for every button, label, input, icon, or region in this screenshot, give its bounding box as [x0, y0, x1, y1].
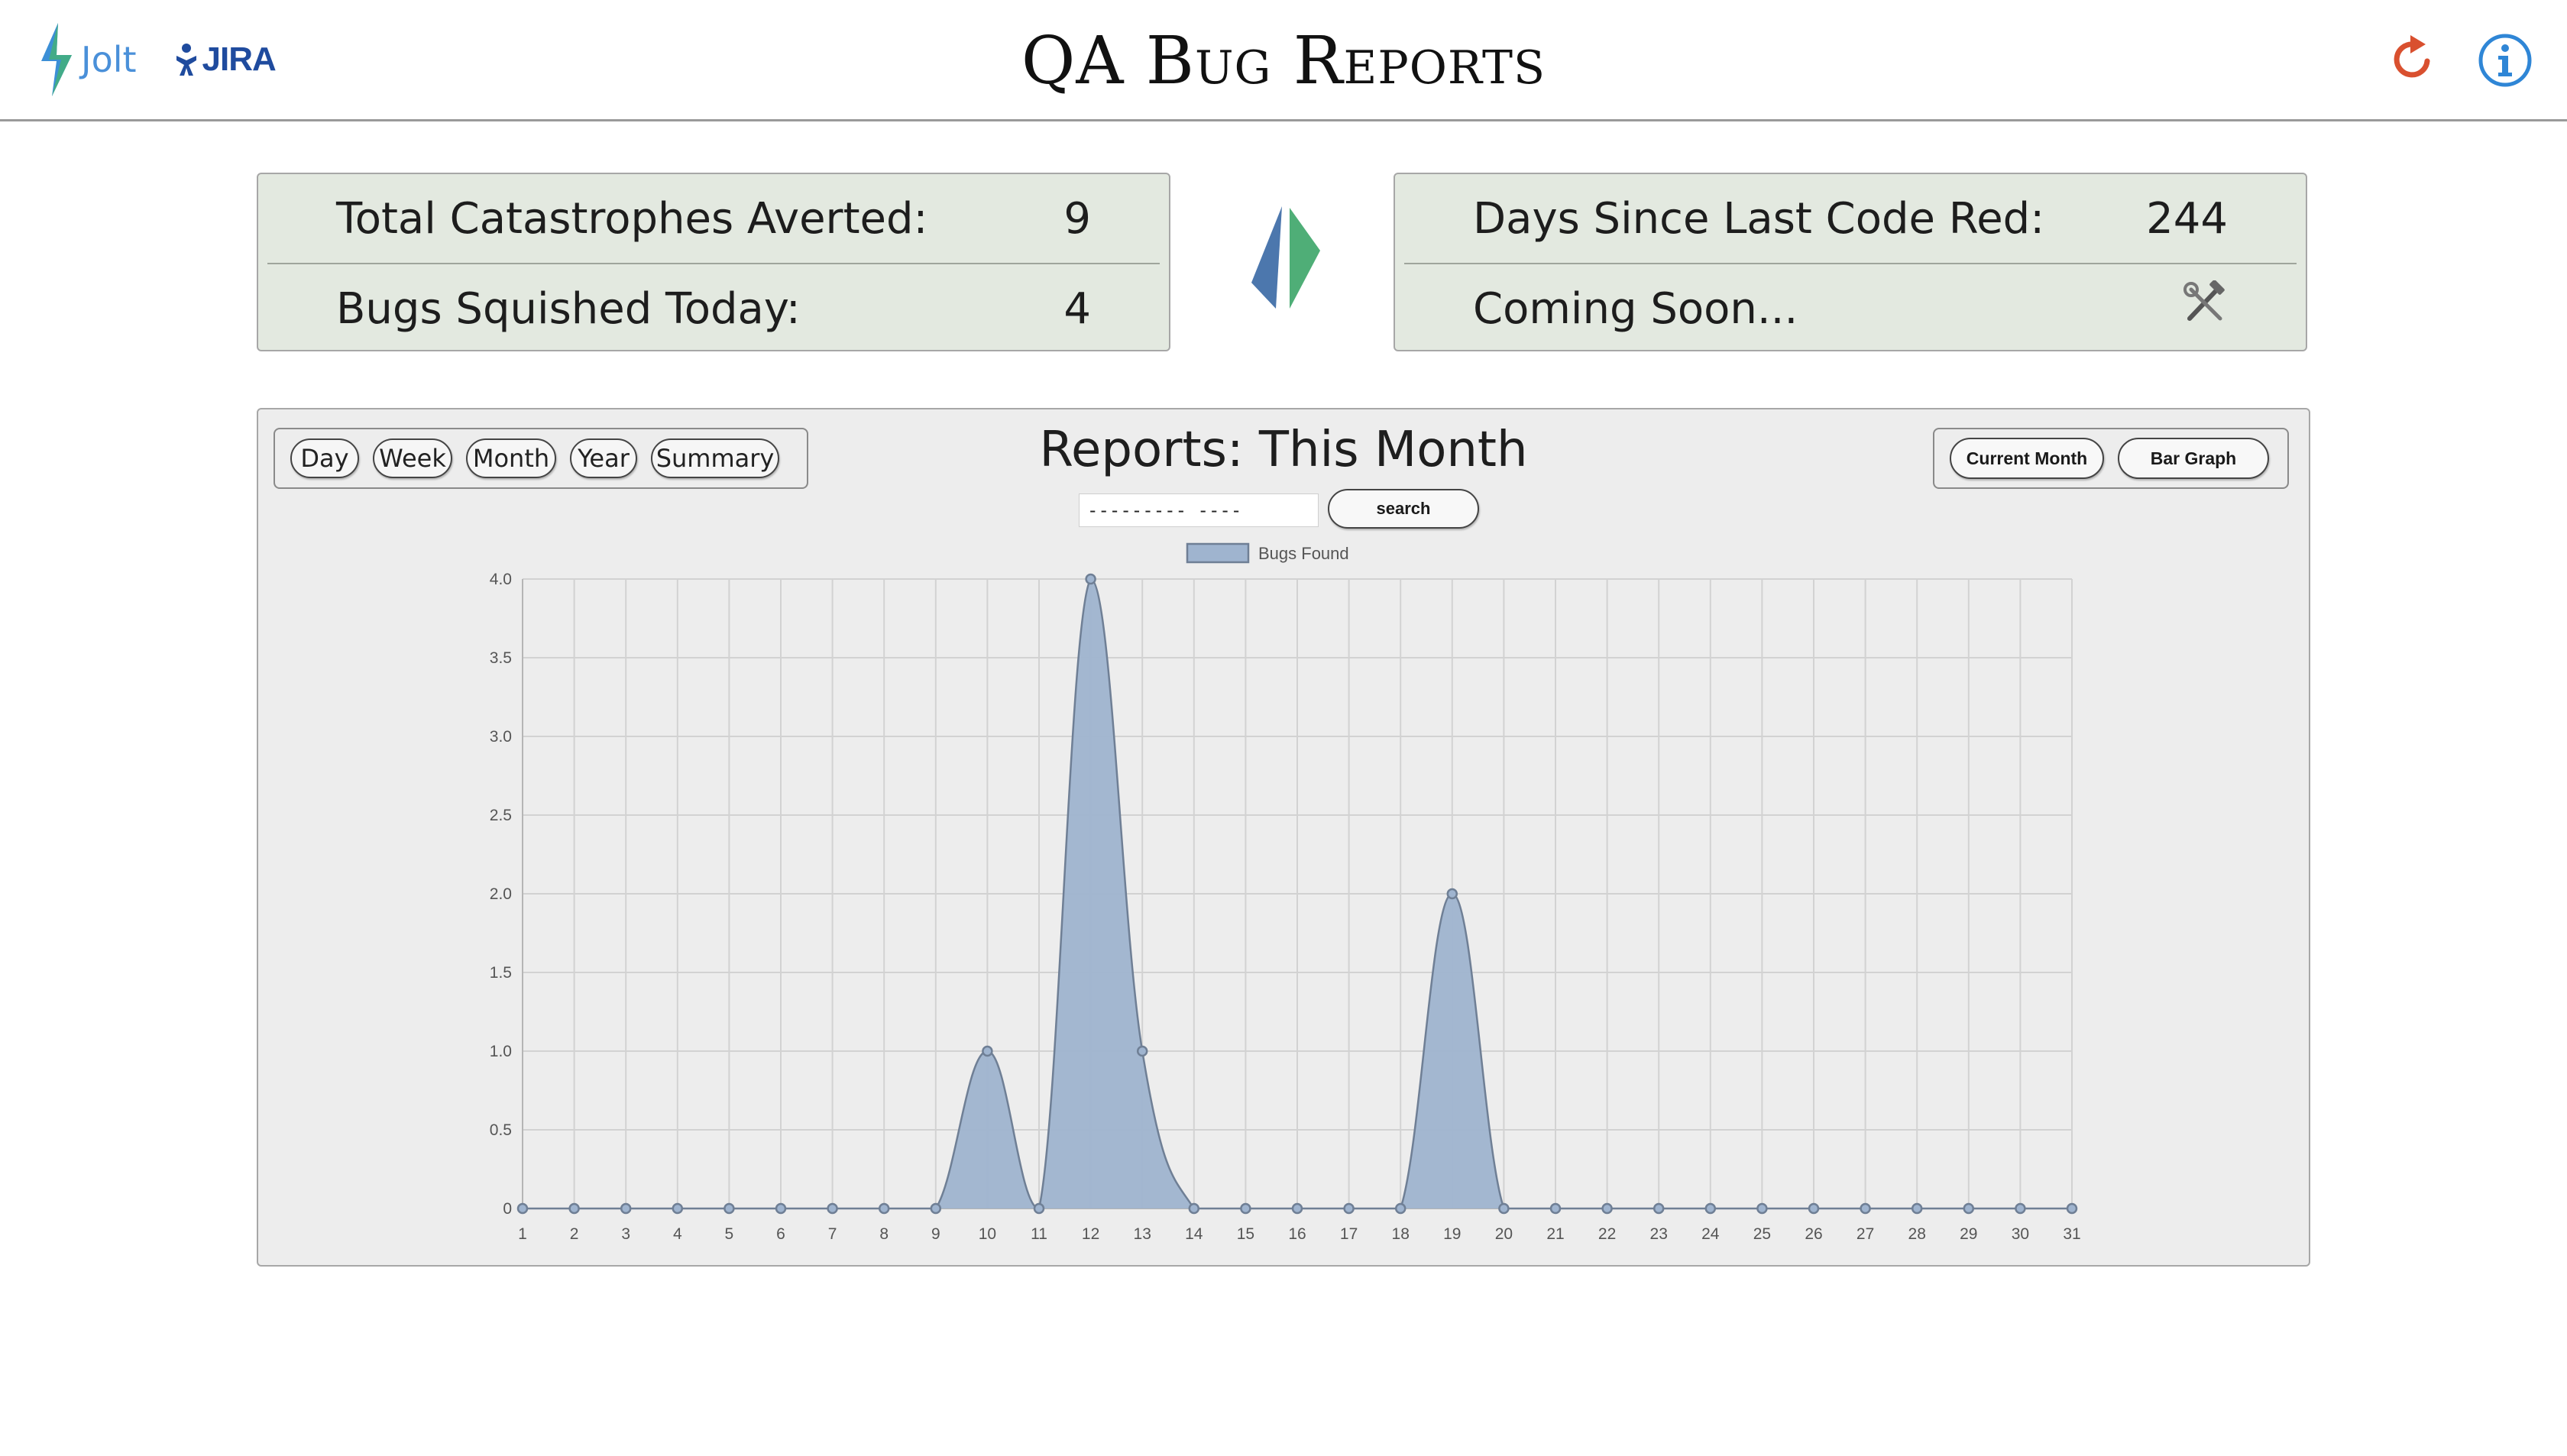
data-point: [1808, 1202, 1820, 1215]
data-point: [568, 1202, 580, 1215]
data-point: [1446, 888, 1458, 900]
data-point: [1136, 1045, 1148, 1057]
chart-panel: Day Week Month Year Summary Reports: Thi…: [257, 408, 2310, 1267]
data-point: [1549, 1202, 1562, 1215]
stats-panel-left: Total Catastrophes Averted: 9 Bugs Squis…: [257, 173, 1170, 351]
x-tick-label: 10: [979, 1225, 996, 1243]
x-tick-label: 23: [1650, 1225, 1668, 1243]
data-point: [1033, 1202, 1045, 1215]
data-point: [1653, 1202, 1665, 1215]
jolt-mark-icon: [1251, 206, 1320, 309]
x-tick-label: 21: [1546, 1225, 1564, 1243]
y-tick-label: 4.0: [490, 571, 512, 588]
x-tick-label: 30: [2012, 1225, 2029, 1243]
x-tick-label: 26: [1805, 1225, 1822, 1243]
stat-label: Bugs Squished Today:: [336, 283, 801, 334]
info-icon: [2478, 34, 2532, 87]
x-tick-label: 22: [1598, 1225, 1616, 1243]
data-point: [1291, 1202, 1303, 1215]
data-point: [1240, 1202, 1251, 1215]
x-tick-label: 8: [879, 1225, 889, 1243]
refresh-button[interactable]: [2385, 31, 2445, 90]
info-button[interactable]: [2475, 31, 2535, 90]
app-header: Jolt JIRA QA Bug Reports: [0, 0, 2567, 121]
x-tick-label: 11: [1031, 1225, 1047, 1243]
data-point: [1756, 1202, 1768, 1215]
x-tick-label: 18: [1392, 1225, 1410, 1243]
data-point: [878, 1202, 890, 1215]
y-tick-label: 0.5: [490, 1121, 512, 1139]
x-tick-label: 19: [1443, 1225, 1461, 1243]
data-point: [620, 1202, 632, 1215]
header-actions: [2385, 31, 2535, 90]
data-point: [723, 1202, 735, 1215]
stat-label: Coming Soon...: [1473, 283, 1798, 334]
stat-row-coming-soon: Coming Soon...: [1404, 264, 2297, 353]
data-point: [982, 1045, 993, 1057]
tools-icon: [2182, 280, 2228, 337]
x-tick-label: 29: [1960, 1225, 1977, 1243]
stat-value: 4: [1063, 283, 1091, 334]
stats-panel-right: Days Since Last Code Red: 244 Coming Soo…: [1394, 173, 2307, 351]
data-point: [1860, 1202, 1871, 1215]
data-point: [1911, 1202, 1923, 1215]
data-point: [775, 1202, 787, 1215]
x-tick-label: 24: [1701, 1225, 1720, 1243]
x-tick-label: 12: [1082, 1225, 1099, 1243]
data-point: [672, 1202, 684, 1215]
data-point: [1498, 1202, 1510, 1215]
y-tick-label: 3.5: [490, 649, 512, 667]
x-tick-label: 3: [621, 1225, 630, 1243]
x-tick-label: 9: [931, 1225, 940, 1243]
data-point: [1963, 1202, 1975, 1215]
x-tick-label: 14: [1185, 1225, 1203, 1243]
x-tick-label: 27: [1856, 1225, 1874, 1243]
x-tick-label: 6: [776, 1225, 785, 1243]
y-tick-label: 1.0: [490, 1043, 512, 1060]
legend-swatch: [1186, 542, 1250, 564]
data-point: [1394, 1202, 1407, 1215]
x-tick-label: 20: [1495, 1225, 1513, 1243]
x-tick-label: 1: [518, 1225, 527, 1243]
bugs-area-chart: 00.51.01.52.02.53.03.54.01 2 3 4 5 6 7 8 9 10 11 12…: [490, 542, 2081, 1243]
data-point: [516, 1202, 529, 1215]
x-tick-label: 25: [1753, 1225, 1771, 1243]
stat-value: 244: [2146, 193, 2228, 244]
data-point: [1188, 1202, 1200, 1215]
x-tick-label: 4: [673, 1225, 682, 1243]
stat-label: Total Catastrophes Averted:: [336, 193, 928, 244]
y-tick-label: 1.5: [490, 964, 512, 982]
y-tick-label: 3.0: [490, 728, 512, 746]
x-tick-label: 15: [1237, 1225, 1254, 1243]
x-tick-label: 7: [828, 1225, 837, 1243]
center-jolt-logo: [1245, 205, 1322, 318]
y-tick-label: 0: [503, 1200, 512, 1218]
x-tick-label: 16: [1288, 1225, 1306, 1243]
y-tick-label: 2.5: [490, 807, 512, 824]
x-tick-label: 5: [725, 1225, 734, 1243]
stat-row-code-red: Days Since Last Code Red: 244: [1404, 174, 2297, 264]
x-tick-label: 13: [1134, 1225, 1151, 1243]
data-point: [930, 1202, 942, 1215]
x-tick-label: 28: [1908, 1225, 1926, 1243]
legend-label: Bugs Found: [1258, 544, 1349, 563]
data-point: [2066, 1202, 2078, 1215]
y-tick-label: 2.0: [490, 885, 512, 903]
data-point: [827, 1202, 838, 1215]
data-point: [1343, 1202, 1355, 1215]
data-point: [1704, 1202, 1717, 1215]
x-tick-label: 2: [570, 1225, 579, 1243]
stat-label: Days Since Last Code Red:: [1473, 193, 2045, 244]
data-point: [1601, 1202, 1613, 1215]
x-tick-label: 17: [1340, 1225, 1358, 1243]
data-point: [1085, 573, 1096, 585]
stat-value: 9: [1063, 193, 1091, 244]
refresh-icon: [2394, 35, 2430, 78]
data-point: [2015, 1202, 2026, 1215]
stat-row-bugs-today: Bugs Squished Today: 4: [267, 264, 1160, 353]
x-tick-label: 31: [2063, 1225, 2080, 1243]
stat-row-catastrophes: Total Catastrophes Averted: 9: [267, 174, 1160, 264]
page-title: QA Bug Reports: [1021, 23, 1546, 99]
